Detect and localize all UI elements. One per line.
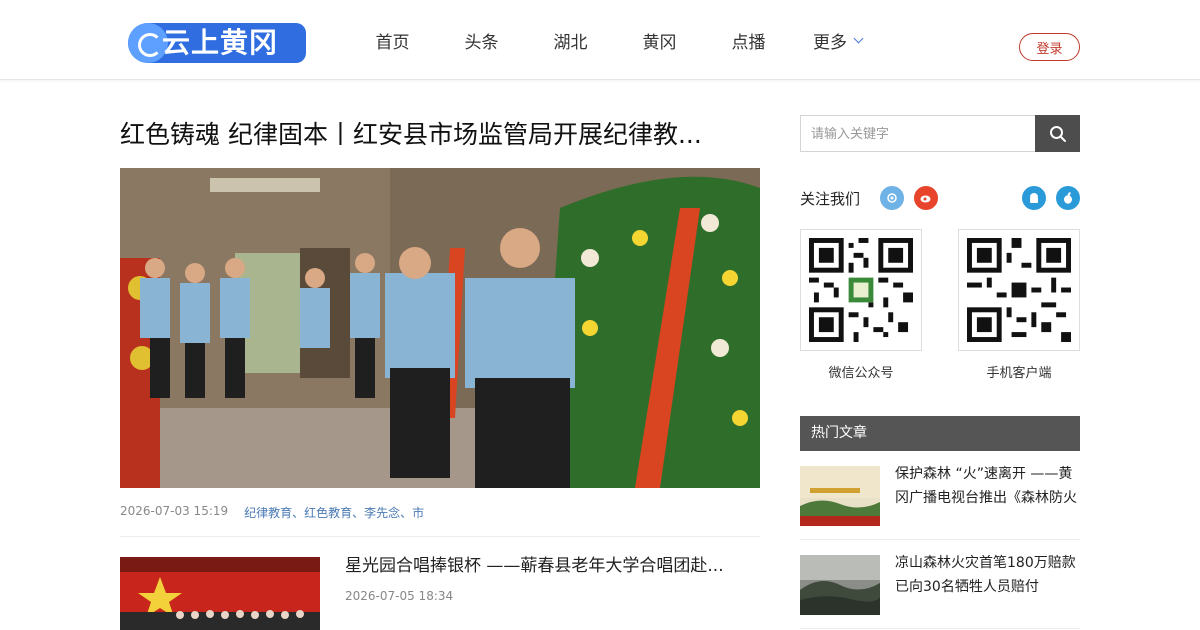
site-header: 云上黄冈 首页 头条 湖北 黄冈 点播 更多 登录 bbox=[0, 0, 1200, 80]
hot-article-title[interactable]: 保护森林 “火”速离开 ——黄冈广播电视台推出《森林防火 bbox=[895, 462, 1080, 510]
app-qr-label: 手机客户端 bbox=[986, 366, 1052, 381]
hot-thumb-photo bbox=[800, 466, 880, 526]
article-date: 2026-07-03 15:19 bbox=[120, 504, 229, 518]
hot-divider bbox=[800, 539, 1080, 540]
article-tags[interactable]: 纪律教育、红色教育、李先念、市 bbox=[244, 504, 424, 521]
logo-badge: 云上黄冈 bbox=[128, 23, 306, 63]
search-bar bbox=[800, 115, 1080, 152]
hot-article-thumbnail[interactable] bbox=[800, 466, 880, 526]
main-nav: 首页 头条 湖北 黄冈 点播 更多 bbox=[348, 0, 882, 80]
qr-code-icon bbox=[967, 238, 1071, 342]
list-item-title[interactable]: 星光园合唱捧银杯 ——蕲春县老年大学合唱团赴... bbox=[345, 554, 755, 578]
hot-divider bbox=[800, 628, 1080, 629]
follow-label: 关注我们 bbox=[800, 190, 861, 208]
nav-item-huanggang[interactable]: 黄冈 bbox=[615, 28, 704, 53]
list-item-date: 2026-07-05 18:34 bbox=[345, 589, 454, 603]
hot-articles-header: 热门文章 bbox=[800, 416, 1080, 451]
site-logo[interactable]: 云上黄冈 bbox=[128, 22, 306, 64]
nav-item-home[interactable]: 首页 bbox=[348, 28, 437, 53]
article-hero-image[interactable] bbox=[120, 168, 760, 488]
search-input[interactable] bbox=[800, 115, 1035, 152]
article-title[interactable]: 红色铸魂 纪律固本丨红安县市场监管局开展纪律教... bbox=[120, 116, 760, 154]
logo-text: 云上黄冈 bbox=[162, 26, 279, 59]
nav-item-hubei[interactable]: 湖北 bbox=[526, 28, 615, 53]
nav-more-label: 更多 bbox=[813, 32, 847, 53]
nav-item-headlines[interactable]: 头条 bbox=[437, 28, 526, 53]
nav-item-more[interactable]: 更多 bbox=[793, 28, 882, 53]
hero-photo bbox=[120, 168, 760, 488]
wechat-qr-label: 微信公众号 bbox=[828, 366, 894, 381]
thumbnail-photo bbox=[120, 557, 320, 630]
hot-article-title[interactable]: 凉山森林火灾首笔180万赔款已向30名牺牲人员赔付 bbox=[895, 551, 1080, 599]
search-icon bbox=[1049, 125, 1066, 142]
app-qr-code bbox=[958, 229, 1080, 351]
list-item-thumbnail[interactable] bbox=[120, 557, 320, 630]
search-button[interactable] bbox=[1035, 115, 1080, 152]
android-icon[interactable] bbox=[1022, 186, 1046, 210]
article-meta: 2026-07-03 15:19 纪律教育、红色教育、李先念、市 bbox=[120, 504, 424, 521]
login-button[interactable]: 登录 bbox=[1019, 33, 1080, 61]
apple-icon[interactable] bbox=[1056, 186, 1080, 210]
list-divider bbox=[120, 536, 760, 537]
qr-code-icon bbox=[809, 238, 913, 342]
hot-thumb-photo bbox=[800, 555, 880, 615]
chevron-down-icon bbox=[853, 33, 864, 43]
wechat-qr-code bbox=[800, 229, 922, 351]
weibo-icon[interactable] bbox=[914, 186, 938, 210]
broadcast-icon[interactable] bbox=[880, 186, 904, 210]
nav-item-vod[interactable]: 点播 bbox=[704, 28, 793, 53]
hot-article-thumbnail[interactable] bbox=[800, 555, 880, 615]
